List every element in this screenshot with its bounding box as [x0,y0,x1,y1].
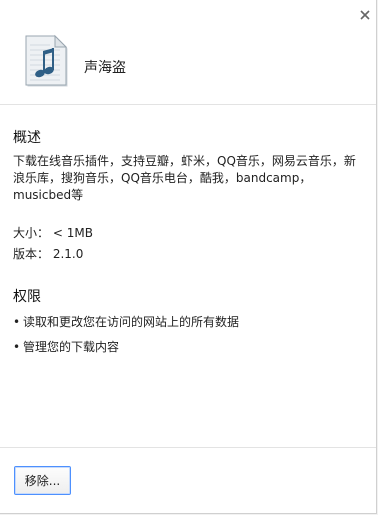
permission-text: 读取和更改您在访问的网站上的所有数据 [23,315,240,329]
size-value: < 1MB [52,226,93,240]
version-value: 2.1.0 [52,247,84,261]
version-row: 版本： 2.1.0 [13,246,367,263]
music-file-icon [20,33,70,87]
permission-text: 管理您的下载内容 [23,340,120,354]
permission-item: • 读取和更改您在访问的网站上的所有数据 [13,313,239,330]
bullet-icon: • [13,340,21,354]
permissions-title: 权限 [13,289,41,305]
close-button[interactable] [356,6,374,24]
dialog-header: 声海盗 [0,0,376,105]
bullet-icon: • [13,315,21,329]
size-label: 大小： [13,226,50,240]
size-row: 大小： < 1MB [13,225,367,242]
permission-item: • 管理您的下载内容 [13,338,119,355]
overview-title: 概述 [13,130,41,146]
overview-description: 下载在线音乐插件，支持豆瓣，虾米，QQ音乐，网易云音乐，新浪乐库，搜狗音乐，QQ… [13,154,356,202]
remove-button[interactable]: 移除... [14,466,71,495]
extension-name: 声海盗 [84,60,126,76]
version-label: 版本： [13,247,50,261]
extension-info-dialog: 声海盗 概述 下载在线音乐插件，支持豆瓣，虾米，QQ音乐，网易云音乐，新浪乐库，… [0,0,377,514]
close-icon [360,10,370,20]
